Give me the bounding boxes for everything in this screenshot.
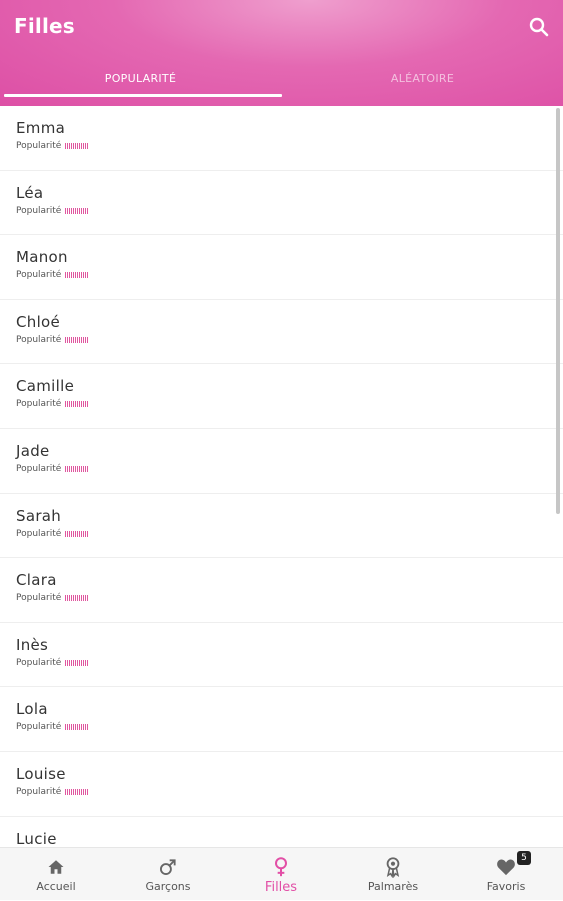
tab-popularite[interactable]: POPULARITÉ — [0, 60, 281, 96]
search-icon[interactable] — [527, 15, 551, 39]
popularity-bars-icon — [65, 143, 89, 149]
popularity-indicator: Popularité — [16, 205, 89, 216]
nav-label: Filles — [264, 880, 298, 895]
popularity-label: Popularité — [16, 205, 62, 216]
nav-garcons[interactable]: Garçons — [112, 848, 224, 901]
favorites-count-badge: 5 — [517, 851, 531, 865]
list-item[interactable]: Emma Popularité — [0, 106, 563, 171]
popularity-label: Popularité — [16, 463, 62, 474]
list-item[interactable]: Louise Popularité — [0, 752, 563, 817]
name-label: Louise — [16, 764, 66, 783]
list-item[interactable]: Jade Popularité — [0, 429, 563, 494]
popularity-bars-icon — [65, 272, 89, 279]
popularity-indicator: Popularité — [16, 593, 89, 604]
popularity-bars-icon — [65, 788, 89, 795]
popularity-bars-icon — [65, 724, 89, 731]
popularity-bars-icon — [65, 207, 89, 214]
popularity-label: Popularité — [16, 657, 62, 668]
popularity-bars-icon — [65, 465, 89, 472]
home-icon — [45, 856, 67, 878]
nav-accueil[interactable]: Accueil — [0, 848, 112, 901]
popularity-label: Popularité — [16, 270, 62, 281]
names-list[interactable]: Emma Popularité Léa Popularité Manon Populari… — [0, 106, 563, 847]
list-item[interactable]: Inès Popularité — [0, 623, 563, 688]
tab-indicator — [4, 94, 282, 97]
popularity-indicator: Popularité — [16, 528, 89, 539]
popularity-indicator: Popularité — [16, 657, 89, 668]
nav-label: Accueil — [36, 880, 76, 893]
name-label: Jade — [16, 441, 50, 460]
list-item[interactable]: Clara Popularité — [0, 558, 563, 623]
popularity-label: Popularité — [16, 334, 62, 345]
popularity-indicator: Popularité — [16, 722, 89, 733]
nav-label: Favoris — [486, 880, 526, 893]
name-label: Camille — [16, 377, 75, 396]
popularity-label: Popularité — [16, 528, 62, 539]
male-icon — [157, 856, 179, 878]
nav-filles[interactable]: Filles — [225, 848, 337, 901]
popularity-label: Popularité — [16, 141, 62, 151]
name-label: Inès — [16, 635, 49, 654]
popularity-bars-icon — [65, 401, 89, 408]
name-label: Emma — [16, 119, 66, 137]
list-item[interactable]: Sarah Popularité — [0, 494, 563, 559]
popularity-bars-icon — [65, 659, 89, 666]
heart-icon: 5 — [495, 851, 531, 878]
popularity-indicator: Popularité — [16, 270, 89, 281]
nav-palmares[interactable]: Palmarès — [337, 848, 449, 901]
list-item[interactable]: Lola Popularité — [0, 687, 563, 752]
popularity-bars-icon — [65, 336, 89, 343]
page-title: Filles — [14, 14, 75, 38]
tab-bar: POPULARITÉ ALÉATOIRE — [0, 60, 563, 106]
name-label: Léa — [16, 183, 44, 202]
popularity-label: Popularité — [16, 722, 62, 733]
list-item[interactable]: Chloé Popularité — [0, 300, 563, 365]
list-item[interactable]: Léa Popularité — [0, 171, 563, 236]
name-label: Manon — [16, 248, 68, 267]
nav-label: Palmarès — [367, 880, 419, 893]
scrollbar[interactable] — [556, 108, 560, 514]
popularity-indicator: Popularité — [16, 463, 89, 474]
popularity-label: Popularité — [16, 593, 62, 604]
name-label: Lola — [16, 700, 48, 719]
list-item[interactable]: LuciePopularité — [0, 817, 563, 847]
nav-label: Garçons — [145, 880, 191, 893]
name-label: Clara — [16, 571, 57, 590]
popularity-bars-icon — [65, 530, 89, 537]
popularity-indicator: Popularité — [16, 334, 89, 345]
name-label: Lucie — [16, 829, 57, 847]
list-item[interactable]: Manon Popularité — [0, 235, 563, 300]
popularity-label: Popularité — [16, 399, 62, 410]
popularity-bars-icon — [65, 595, 89, 602]
name-label: Sarah — [16, 506, 62, 525]
nav-favoris[interactable]: 5 Favoris — [450, 848, 562, 901]
popularity-indicator: Popularité — [16, 141, 89, 151]
award-icon — [382, 856, 404, 878]
app-bar: Filles POPULARITÉ ALÉATOIRE — [0, 0, 563, 106]
list-item[interactable]: Camille Popularité — [0, 364, 563, 429]
bottom-navigation: Accueil Garçons Filles Palmarès 5 Favori… — [0, 847, 563, 900]
name-label: Chloé — [16, 312, 61, 331]
female-icon — [270, 856, 292, 878]
tab-aleatoire[interactable]: ALÉATOIRE — [282, 60, 563, 96]
popularity-indicator: Popularité — [16, 399, 89, 410]
popularity-label: Popularité — [16, 786, 62, 797]
popularity-indicator: Popularité — [16, 786, 89, 797]
